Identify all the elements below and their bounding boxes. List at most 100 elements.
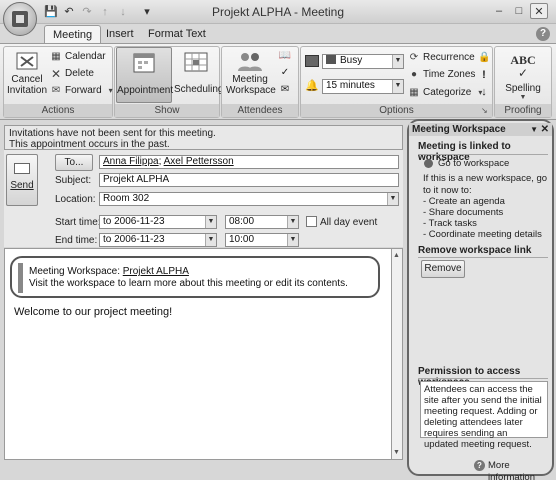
globe-icon: ●	[410, 69, 418, 80]
delete-button[interactable]: ✕ Delete	[50, 67, 94, 81]
maximize-button[interactable]: □	[510, 3, 528, 19]
people-icon	[238, 53, 262, 71]
workspace-banner-prefix: Meeting Workspace:	[29, 266, 123, 277]
scheduling-button[interactable]: Scheduling	[174, 47, 224, 103]
chevron-down-icon: ▼	[392, 80, 403, 93]
start-date-dropdown[interactable]: to 2006-11-23 ▼	[99, 215, 217, 229]
more-information-link[interactable]: More information	[488, 460, 556, 480]
attendee-1[interactable]: Anna Filippa	[103, 156, 159, 167]
appointment-button[interactable]: Appointment	[116, 47, 174, 103]
pane-intro: If this is a new workspace, go to it now…	[423, 173, 548, 196]
location-input[interactable]: Room 302 ▼	[99, 192, 399, 206]
permission-text: Attendees can access the site after you …	[420, 381, 548, 450]
address-book-icon[interactable]: 📖	[277, 50, 293, 64]
appointment-icon	[133, 53, 155, 73]
workspace-link[interactable]: Projekt ALPHA	[123, 266, 189, 277]
meeting-workspace-button[interactable]: Meeting Workspace	[226, 50, 276, 102]
spelling-button[interactable]: ABC ✓ Spelling ▼	[500, 50, 546, 102]
chevron-down-icon: ▼	[519, 94, 527, 101]
forward-button[interactable]: ✉ Forward ▾	[50, 84, 117, 98]
tab-format-text[interactable]: Format Text	[140, 25, 214, 44]
show-as-value: Busy	[340, 55, 363, 66]
go-to-workspace-icon	[424, 159, 433, 168]
categorize-button[interactable]: ▦ Categorize ▾	[408, 86, 486, 100]
chevron-down-icon: ▼	[392, 55, 403, 68]
group-label-attendees: Attendees	[222, 104, 298, 117]
pane-menu-icon[interactable]: ▼	[530, 123, 538, 136]
pane-divider	[418, 154, 548, 155]
end-time-dropdown[interactable]: 10:00 ▼	[225, 233, 299, 247]
scroll-down-icon[interactable]: ▼	[392, 448, 401, 457]
checkmark-icon: ✓	[517, 66, 529, 80]
forward-label: Forward	[65, 85, 102, 96]
reminder-value: 15 minutes	[326, 80, 375, 91]
response-options-icon[interactable]: ✉	[277, 84, 293, 98]
close-button[interactable]: ✕	[530, 3, 548, 19]
recurrence-label: Recurrence	[423, 52, 475, 63]
meeting-workspace-label-2: Workspace	[226, 85, 276, 96]
cancel-invitation-button[interactable]: Cancel Invitation	[6, 50, 48, 100]
scroll-up-icon[interactable]: ▲	[392, 251, 401, 260]
chevron-down-icon: ▼	[205, 234, 216, 246]
time-zones-button[interactable]: ● Time Zones	[408, 68, 475, 82]
send-button[interactable]: Send	[6, 154, 38, 206]
high-importance-icon[interactable]: !	[478, 69, 490, 81]
end-date-dropdown[interactable]: to 2006-11-23 ▼	[99, 233, 217, 247]
office-logo-icon	[12, 11, 28, 27]
show-as-dropdown[interactable]: Busy ▼	[322, 54, 404, 69]
tab-insert[interactable]: Insert	[98, 25, 142, 44]
options-launcher-icon[interactable]: ↘	[481, 106, 490, 115]
location-label: Location:	[55, 194, 96, 205]
end-time-value: 10:00	[229, 234, 255, 245]
start-time-label: Start time:	[55, 217, 101, 228]
go-to-workspace-link[interactable]: Go to workspace	[438, 158, 509, 170]
calendar-label: Calendar	[65, 51, 106, 62]
pane-divider	[418, 257, 548, 258]
low-importance-icon[interactable]: ↓	[478, 86, 490, 98]
remove-button[interactable]: Remove	[421, 260, 465, 278]
office-button[interactable]	[3, 2, 37, 36]
help-icon[interactable]: ?	[536, 27, 550, 41]
group-label-proofing: Proofing	[495, 104, 551, 117]
cancel-label-1: Cancel	[11, 74, 43, 85]
categorize-label: Categorize	[423, 87, 472, 98]
group-label-options: Options	[301, 104, 492, 117]
to-field[interactable]: Anna Filippa; Axel Pettersson	[99, 155, 399, 169]
to-button[interactable]: To...	[55, 154, 93, 171]
info-line-1: Invitations have not been sent for this …	[9, 128, 216, 139]
send-label: Send	[10, 180, 34, 191]
location-value: Room 302	[103, 193, 150, 204]
vertical-scrollbar[interactable]: ▲ ▼	[392, 248, 403, 460]
recurrence-button[interactable]: ⟳ Recurrence	[408, 51, 475, 65]
all-day-checkbox[interactable]	[306, 216, 317, 227]
task-track: - Track tasks	[423, 218, 477, 229]
start-date-value: to 2006-11-23	[103, 216, 165, 227]
private-lock-icon[interactable]: 🔒	[478, 52, 490, 64]
forward-mail-icon: ✉	[51, 85, 61, 96]
reminder-bell-icon: 🔔	[305, 80, 319, 92]
reminder-dropdown[interactable]: 15 minutes ▼	[322, 79, 404, 94]
check-names-icon[interactable]: ✓	[277, 67, 293, 81]
attendee-2[interactable]: Axel Pettersson	[164, 156, 234, 167]
workspace-banner-text: Visit the workspace to learn more about …	[29, 278, 348, 289]
minimize-button[interactable]: –	[490, 3, 508, 19]
calendar-button[interactable]: ▦ Calendar	[50, 50, 106, 64]
subject-input[interactable]: Projekt ALPHA	[99, 173, 399, 187]
welcome-text: Welcome to our project meeting!	[14, 306, 173, 318]
meeting-workspace-label-1: Meeting	[232, 74, 268, 85]
task-coordinate: - Coordinate meeting details	[423, 229, 542, 240]
remove-heading: Remove workspace link	[418, 245, 532, 256]
delete-icon: ✕	[50, 67, 62, 81]
pane-close-icon[interactable]: ✕	[541, 123, 549, 136]
tab-meeting[interactable]: Meeting	[44, 25, 102, 44]
chevron-down-icon: ▼	[287, 216, 298, 228]
time-zones-label: Time Zones	[423, 69, 476, 80]
recurrence-icon: ⟳	[409, 52, 419, 63]
scheduling-label: Scheduling	[174, 84, 224, 95]
chevron-down-icon: ▼	[287, 234, 298, 246]
start-time-dropdown[interactable]: 08:00 ▼	[225, 215, 299, 229]
info-icon: ?	[474, 460, 485, 471]
delete-label: Delete	[65, 68, 94, 79]
show-as-icon	[305, 55, 319, 67]
appointment-label: Appointment	[117, 85, 174, 96]
